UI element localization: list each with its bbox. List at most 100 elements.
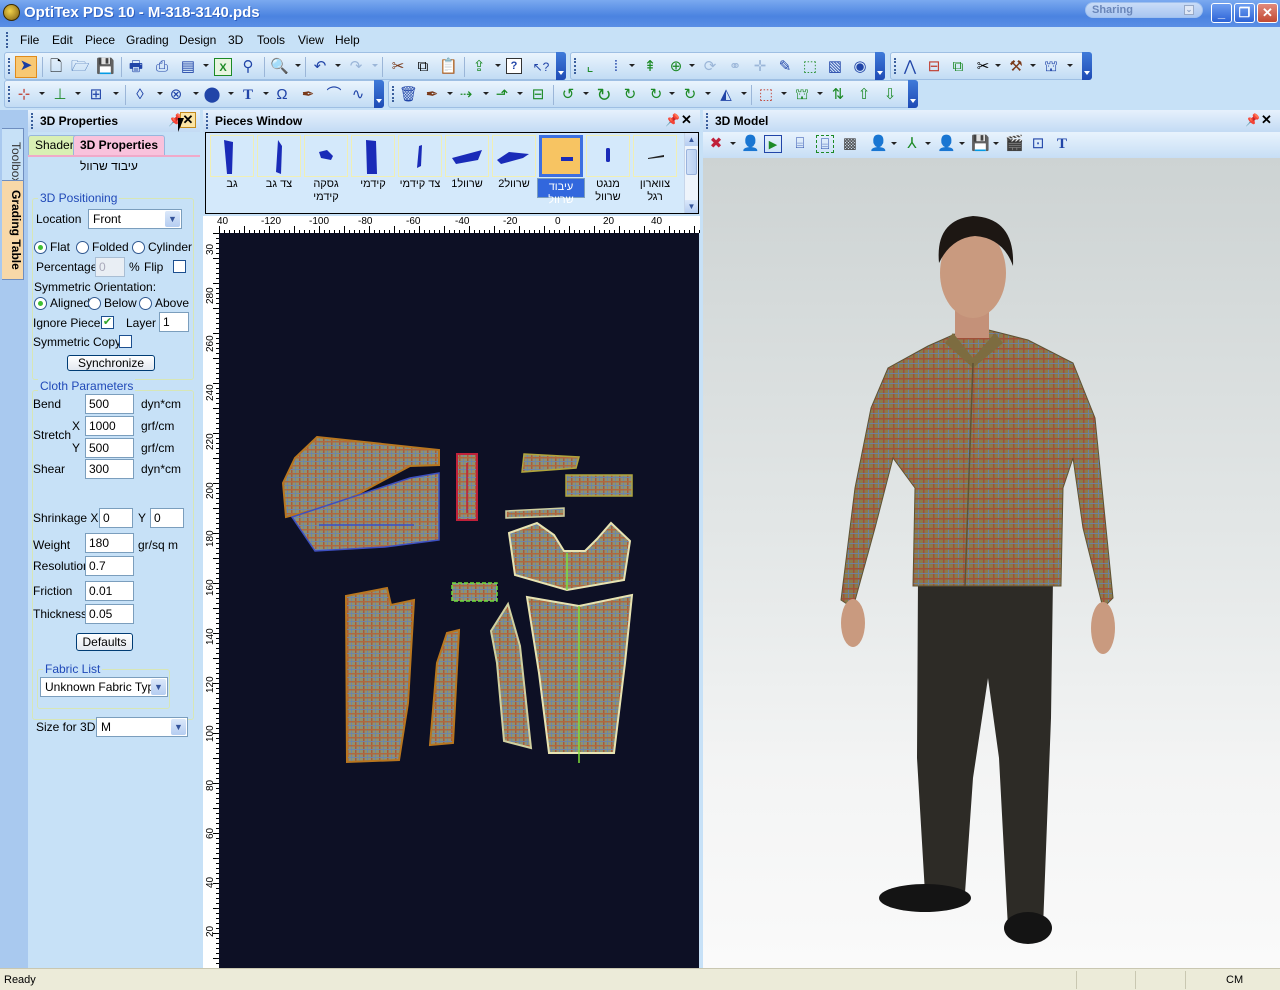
redo-dropdown[interactable] <box>372 64 378 67</box>
scroll-thumb[interactable] <box>686 149 697 175</box>
toolbar-overflow[interactable] <box>556 52 566 80</box>
scroll-up-arrow[interactable]: ▲ <box>685 133 698 146</box>
rotate-red-icon[interactable]: ↻ <box>621 86 639 104</box>
weight-input[interactable]: 180 <box>85 533 134 553</box>
piece-label[interactable]: מנגט שרוול <box>584 178 632 204</box>
scroll-down-arrow[interactable]: ▼ <box>685 200 698 213</box>
avatar-settings-icon[interactable]: 👤 <box>869 135 888 153</box>
pen-curve-icon[interactable]: ✒ <box>299 86 317 104</box>
piece-outline-icon[interactable]: ⛫ <box>1042 58 1060 76</box>
rotate-line-icon[interactable]: ↻ <box>647 86 665 104</box>
piece-info-icon[interactable]: ⬚ <box>801 58 819 76</box>
save-avatar-dropdown[interactable] <box>993 142 999 145</box>
tab-grading-table[interactable]: Grading Table <box>2 180 24 280</box>
toolbar-overflow[interactable] <box>908 80 918 108</box>
fold-piece-icon[interactable]: ▧ <box>826 58 844 76</box>
frame-icon[interactable]: ⊟ <box>529 86 547 104</box>
close-pieces-button[interactable]: ✕ <box>681 112 692 128</box>
panel-grip[interactable] <box>31 113 34 129</box>
notch-dropdown[interactable] <box>817 92 823 95</box>
defaults-button[interactable]: Defaults <box>76 633 133 651</box>
piece-add-icon[interactable]: ⧉ <box>949 58 967 76</box>
cylinder-view-icon[interactable]: ⌸ <box>791 135 809 153</box>
menu-help[interactable]: Help <box>335 33 360 47</box>
menu-grip[interactable] <box>6 32 9 48</box>
toolbar-grip[interactable] <box>392 86 395 102</box>
piece-down-icon[interactable]: ⇩ <box>881 86 899 104</box>
toolbar-grip[interactable] <box>8 86 11 102</box>
pen-dropdown[interactable] <box>447 92 453 95</box>
radio-aligned[interactable] <box>34 297 47 310</box>
piece-thumbnail[interactable] <box>304 135 348 177</box>
thickness-input[interactable]: 0.05 <box>85 604 134 624</box>
menu-edit[interactable]: Edit <box>52 33 73 47</box>
text-icon[interactable]: T <box>239 86 257 104</box>
mirror-dropdown[interactable] <box>741 92 747 95</box>
toolbar-grip[interactable] <box>574 58 577 74</box>
point-grid-icon[interactable]: ⁞ <box>607 58 625 76</box>
size-select[interactable]: M ▼ <box>96 717 188 737</box>
scissors-dropdown[interactable] <box>995 64 1001 67</box>
scissors-piece-icon[interactable]: ✂ <box>974 58 992 76</box>
fit-view-icon[interactable]: ⊡ <box>1029 135 1047 153</box>
menu-grading[interactable]: Grading <box>126 33 169 47</box>
location-select[interactable]: Front ▼ <box>88 209 182 229</box>
3d-viewport[interactable] <box>703 158 1280 968</box>
text-tool-icon[interactable]: T <box>1053 135 1071 153</box>
move-dropdown[interactable] <box>483 92 489 95</box>
save-avatar-icon[interactable]: 💾 <box>971 135 990 153</box>
copy-icon[interactable]: ⧉ <box>414 58 432 76</box>
layout-dropdown[interactable] <box>203 64 209 67</box>
paste-icon[interactable]: 📋 <box>439 58 458 76</box>
layer-input[interactable]: 1 <box>159 312 189 332</box>
hammer-dropdown[interactable] <box>1030 64 1036 67</box>
circle-dropdown[interactable] <box>193 92 199 95</box>
radio-below[interactable] <box>88 297 101 310</box>
save-icon[interactable]: 💾 <box>96 58 115 76</box>
remove-avatar-icon[interactable]: ✖ <box>707 135 725 153</box>
shrinkage-y-input[interactable]: 0 <box>150 508 184 528</box>
piece-label[interactable]: גב <box>208 178 256 191</box>
plot-icon[interactable]: ⎙ <box>153 58 171 76</box>
panel-grip[interactable] <box>206 113 209 129</box>
pattern-piece-sleeve-narrow[interactable] <box>428 628 461 747</box>
pattern-piece-front-panel[interactable] <box>344 586 416 764</box>
pattern-piece-small-2[interactable] <box>565 474 633 497</box>
close-model-button[interactable]: ✕ <box>1261 112 1272 128</box>
bend-input[interactable]: 500 <box>85 394 134 414</box>
animation-clapper-icon[interactable]: 🎬 <box>1005 135 1024 153</box>
flip-checkbox[interactable] <box>173 260 186 273</box>
sharing-dropdown[interactable]: Sharing ⌄ <box>1085 2 1203 18</box>
remove-dropdown[interactable] <box>730 142 736 145</box>
add-points-dropdown[interactable] <box>39 92 45 95</box>
fold-shape-icon[interactable]: ◊ <box>131 86 149 104</box>
toolbar-overflow[interactable] <box>875 52 885 80</box>
import-piece-icon[interactable]: ⇪ <box>470 58 488 76</box>
shrinkage-x-input[interactable]: 0 <box>99 508 133 528</box>
friction-input[interactable]: 0.01 <box>85 581 134 601</box>
piece-label[interactable]: צד גב <box>255 178 303 191</box>
piece-label[interactable]: עיבוד שרוול <box>537 178 585 206</box>
context-help-icon[interactable]: ↖? <box>532 58 550 76</box>
piece-thumbnail[interactable] <box>586 135 630 177</box>
cut-icon[interactable]: ✂ <box>389 58 407 76</box>
rotate-left-icon[interactable]: ↺ <box>559 86 577 104</box>
rotate-dashed-dropdown[interactable] <box>705 92 711 95</box>
piece-label[interactable]: צד קידמי <box>396 178 444 191</box>
resolution-input[interactable]: 0.7 <box>85 556 134 576</box>
radio-flat[interactable] <box>34 241 47 254</box>
point-grid-dropdown[interactable] <box>629 64 635 67</box>
texture-export-icon[interactable]: ▩ <box>841 135 859 153</box>
toolbar-overflow[interactable] <box>374 80 384 108</box>
piece-up-icon[interactable]: ⇧ <box>855 86 873 104</box>
import-dropdown[interactable] <box>495 64 501 67</box>
piece-thumbnail[interactable] <box>351 135 395 177</box>
cut-line-icon[interactable]: ✎ <box>776 58 794 76</box>
piece-label[interactable]: גסקה קידמי <box>302 178 350 204</box>
avatar-properties-icon[interactable]: 👤 <box>741 135 760 153</box>
layout-icon[interactable]: ▤ <box>179 58 197 76</box>
add-piece-icon[interactable]: ⊞ <box>87 86 105 104</box>
text-dropdown[interactable] <box>263 92 269 95</box>
swap-icon[interactable]: ⇅ <box>829 86 847 104</box>
stretch-y-input[interactable]: 500 <box>85 438 134 458</box>
